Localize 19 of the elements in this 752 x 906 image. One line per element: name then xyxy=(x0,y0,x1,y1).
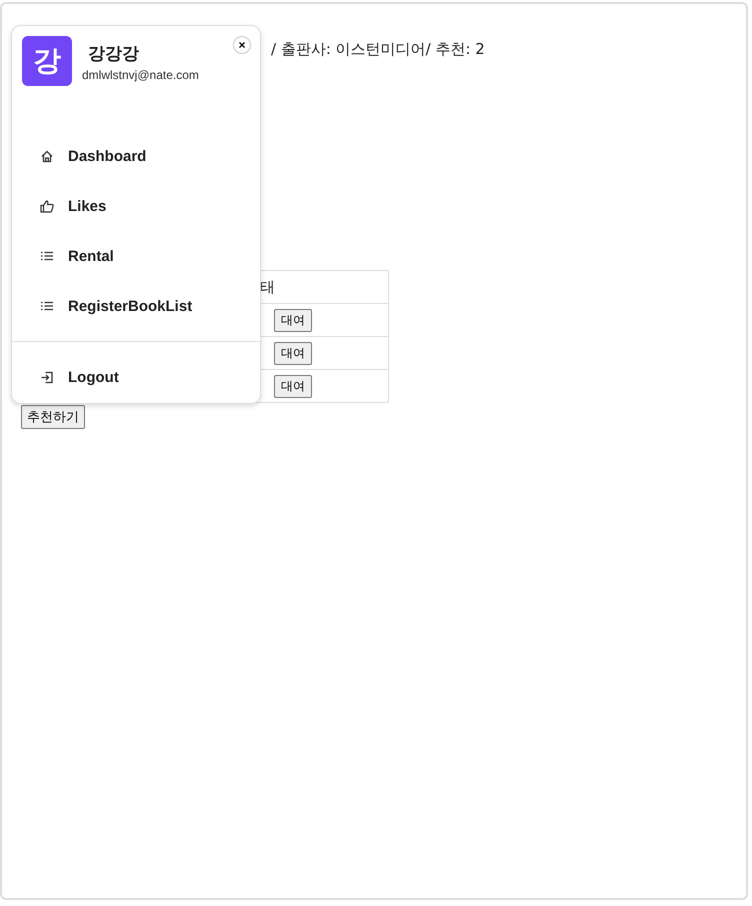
thumbs-up-icon xyxy=(40,200,54,212)
avatar: 강 xyxy=(22,36,72,86)
rent-button[interactable]: 대여 xyxy=(274,308,312,332)
user-name: 강강강 xyxy=(88,43,140,65)
user-email: dmlwlstnvj@nate.com xyxy=(82,68,199,82)
list-icon xyxy=(40,251,54,261)
rent-button[interactable]: 대여 xyxy=(274,342,312,364)
book-info: / 출판사: 이스턴미디어/ 추천: 2 xyxy=(271,40,485,58)
rent-button[interactable]: 대여 xyxy=(274,374,312,398)
logout-item[interactable]: Logout xyxy=(68,368,119,386)
list-icon xyxy=(40,301,54,311)
menu-item[interactable]: Rental xyxy=(68,248,114,264)
recommend-button[interactable]: 추천하기 xyxy=(21,405,85,429)
close-button[interactable]: × xyxy=(233,36,251,54)
home-icon xyxy=(40,150,54,162)
menu-item[interactable]: RegisterBookList xyxy=(68,298,192,314)
logout-icon xyxy=(40,370,54,384)
menu-item[interactable]: Likes xyxy=(68,198,106,214)
menu-item[interactable]: Dashboard xyxy=(68,148,146,164)
